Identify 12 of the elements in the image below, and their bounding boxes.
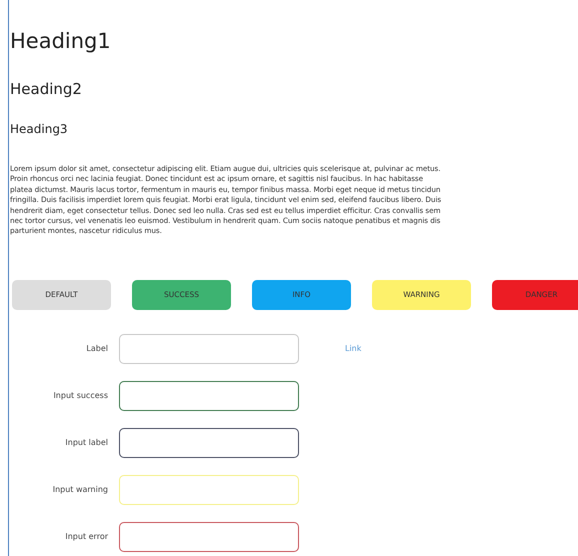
input-field[interactable] [119, 380, 299, 411]
field-label: Input error [65, 530, 108, 543]
heading: Heading1 [10, 28, 111, 55]
field-label: Input warning [52, 484, 108, 496]
field-label: Label [86, 342, 108, 355]
input-field[interactable] [119, 428, 299, 458]
input-field[interactable] [119, 522, 299, 552]
field-label: Input success [53, 390, 108, 402]
link[interactable]: Link [345, 342, 362, 355]
field-label: Input label [65, 436, 108, 449]
heading: Heading2 [10, 78, 82, 100]
heading: Heading3 [10, 121, 68, 138]
